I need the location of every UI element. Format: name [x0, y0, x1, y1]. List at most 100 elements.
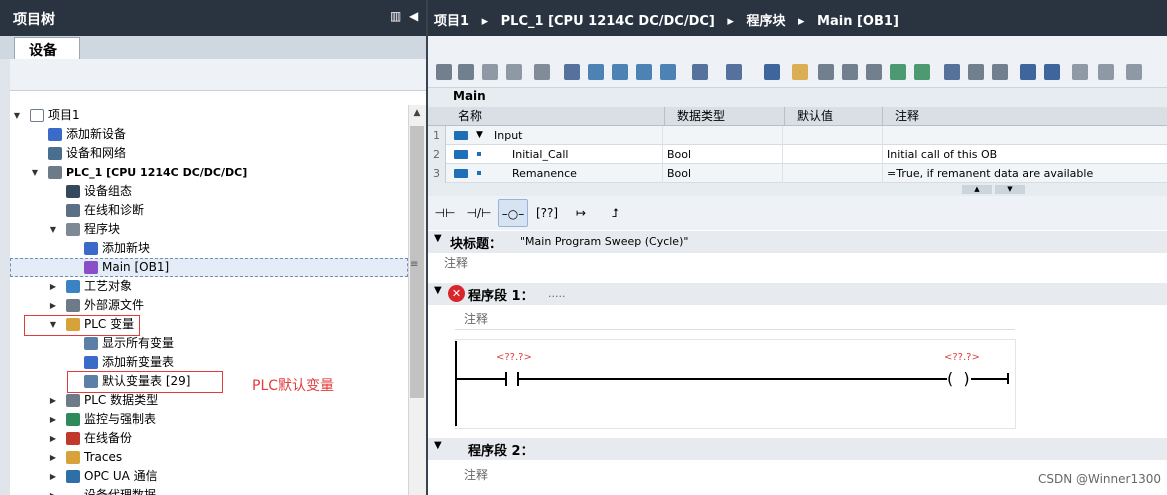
toolbar-button-icon[interactable]	[944, 64, 960, 80]
toolbar-button-icon[interactable]	[612, 64, 628, 80]
expand-right-icon[interactable]: ▶	[48, 448, 58, 467]
toolbar-button-icon[interactable]	[636, 64, 652, 80]
column-header-name[interactable]: 名称	[446, 107, 664, 126]
network-comment[interactable]: 注释	[464, 466, 488, 483]
open-branch-icon[interactable]: ↦	[566, 199, 596, 227]
coil-symbol[interactable]: ( )	[947, 371, 971, 387]
no-contact-icon[interactable]: ⊣⊢	[430, 199, 460, 227]
tree-item-program-blocks[interactable]: ▼ 程序块	[12, 220, 212, 239]
cell-default[interactable]	[782, 145, 882, 164]
column-header-default[interactable]: 默认值	[784, 107, 882, 126]
toolbar-button-icon[interactable]	[842, 64, 858, 80]
toolbar-button-icon[interactable]	[866, 64, 882, 80]
tree-item-project[interactable]: ▼ 项目1	[12, 106, 212, 125]
breadcrumb-item[interactable]: PLC_1 [CPU 1214C DC/DC/DC]	[501, 14, 715, 29]
tree-item-opc-ua[interactable]: ▶ OPC UA 通信	[12, 467, 212, 486]
interface-row[interactable]: 2 Initial_Call Bool Initial call of this…	[428, 145, 1167, 164]
cell-comment[interactable]: Initial call of this OB	[882, 145, 1167, 164]
tree-item-add-device[interactable]: 添加新设备	[12, 125, 212, 144]
cell-comment[interactable]: =True, if remanent data are available	[882, 164, 1167, 183]
cell-comment[interactable]	[882, 126, 1167, 145]
expand-right-icon[interactable]: ▶	[48, 486, 58, 495]
network-title[interactable]: .....	[548, 287, 565, 300]
tree-item-device-config[interactable]: 设备组态	[12, 182, 212, 201]
toolbar-button-icon[interactable]	[726, 64, 742, 80]
toolbar-button-icon[interactable]	[692, 64, 708, 80]
column-header-comment[interactable]: 注释	[882, 107, 1167, 126]
tree-item-external-sources[interactable]: ▶ 外部源文件	[12, 296, 212, 315]
cell-default[interactable]	[782, 164, 882, 183]
toolbar-button-icon[interactable]	[506, 64, 522, 80]
toolbar-button-icon[interactable]	[1072, 64, 1088, 80]
tree-item-plc-data-types[interactable]: ▶ PLC 数据类型	[12, 391, 212, 410]
toolbar-button-icon[interactable]	[564, 64, 580, 80]
cell-type[interactable]: Bool	[662, 164, 782, 183]
collapse-icon[interactable]: ▼	[476, 126, 483, 145]
collapse-icon[interactable]: ▼	[434, 233, 442, 244]
toolbar-button-icon[interactable]	[458, 64, 474, 80]
tree-item-devices-networks[interactable]: 设备和网络	[12, 144, 212, 163]
toolbar-button-icon[interactable]	[436, 64, 452, 80]
splitter-down-icon[interactable]: ▼	[995, 185, 1025, 194]
expand-right-icon[interactable]: ▶	[48, 410, 58, 429]
empty-box-icon[interactable]: [??]	[532, 199, 562, 227]
toolbar-button-icon[interactable]	[660, 64, 676, 80]
cell-type[interactable]	[662, 126, 782, 145]
tree-item-online-backup[interactable]: ▶ 在线备份	[12, 429, 212, 448]
coil-operand[interactable]: <??.?>	[944, 352, 980, 363]
splitter-up-icon[interactable]: ▲	[962, 185, 992, 194]
network-comment-box[interactable]: 注释	[455, 306, 1015, 330]
tree-item-device-proxy[interactable]: ▶ 设备代理数据	[12, 486, 212, 495]
toolbar-button-icon[interactable]	[914, 64, 930, 80]
drag-handle-icon[interactable]: ≡	[410, 259, 418, 270]
collapse-panel-icon[interactable]: ◀	[409, 9, 418, 23]
tree-item-show-all-tags[interactable]: 显示所有变量	[12, 334, 212, 353]
breadcrumb-item[interactable]: 程序块	[746, 14, 785, 29]
expand-down-icon[interactable]: ▼	[30, 163, 40, 182]
cell-name[interactable]: Initial_Call	[508, 145, 662, 164]
toolbar-button-icon[interactable]	[764, 64, 780, 80]
tree-item-main-ob1[interactable]: Main [OB1]	[12, 258, 212, 277]
tree-item-add-block[interactable]: 添加新块	[12, 239, 212, 258]
close-branch-icon[interactable]: ⮥	[600, 199, 630, 227]
collapse-icon[interactable]: ▼	[434, 285, 442, 296]
breadcrumb-item[interactable]: Main [OB1]	[817, 14, 899, 29]
tree-item-plc[interactable]: ▼ PLC_1 [CPU 1214C DC/DC/DC]	[12, 163, 312, 182]
toolbar-button-icon[interactable]	[890, 64, 906, 80]
block-title-value[interactable]: "Main Program Sweep (Cycle)"	[520, 235, 688, 248]
toolbar-button-icon[interactable]	[992, 64, 1008, 80]
tree-item-online-diag[interactable]: 在线和诊断	[12, 201, 212, 220]
toolbar-button-icon[interactable]	[818, 64, 834, 80]
expand-down-icon[interactable]: ▼	[48, 220, 58, 239]
cell-name[interactable]: Remanence	[508, 164, 662, 183]
expand-right-icon[interactable]: ▶	[48, 429, 58, 448]
breadcrumb-item[interactable]: 项目1	[434, 14, 469, 29]
contact-left[interactable]	[505, 372, 507, 386]
toolbar-button-icon[interactable]	[534, 64, 550, 80]
panel-layout-icon[interactable]: ▥	[390, 9, 401, 23]
collapse-icon[interactable]: ▼	[434, 440, 442, 451]
coil-icon[interactable]: –○–	[498, 199, 528, 227]
tree-item-watch-force[interactable]: ▶ 监控与强制表	[12, 410, 212, 429]
cell-type[interactable]: Bool	[662, 145, 782, 164]
network-comment[interactable]: 注释	[464, 310, 488, 327]
expand-right-icon[interactable]: ▶	[48, 391, 58, 410]
block-comment[interactable]: 注释	[444, 254, 468, 271]
cell-default[interactable]	[782, 126, 882, 145]
toolbar-button-icon[interactable]	[1044, 64, 1060, 80]
toolbar-button-icon[interactable]	[1098, 64, 1114, 80]
expand-right-icon[interactable]: ▶	[48, 467, 58, 486]
toolbar-button-icon[interactable]	[792, 64, 808, 80]
tree-item-tech-objects[interactable]: ▶ 工艺对象	[12, 277, 212, 296]
tab-devices[interactable]: 设备	[14, 37, 80, 60]
column-header-type[interactable]: 数据类型	[664, 107, 784, 126]
tree-item-traces[interactable]: ▶ Traces	[12, 448, 212, 467]
scroll-up-icon[interactable]: ▲	[408, 108, 426, 118]
toolbar-button-icon[interactable]	[1126, 64, 1142, 80]
cell-name[interactable]: Input	[490, 126, 662, 145]
toolbar-button-icon[interactable]	[482, 64, 498, 80]
interface-row[interactable]: 1 ▼ Input	[428, 126, 1167, 145]
network-comment-box[interactable]: 注释	[455, 462, 1015, 486]
interface-row[interactable]: 3 Remanence Bool =True, if remanent data…	[428, 164, 1167, 183]
toolbar-button-icon[interactable]	[588, 64, 604, 80]
